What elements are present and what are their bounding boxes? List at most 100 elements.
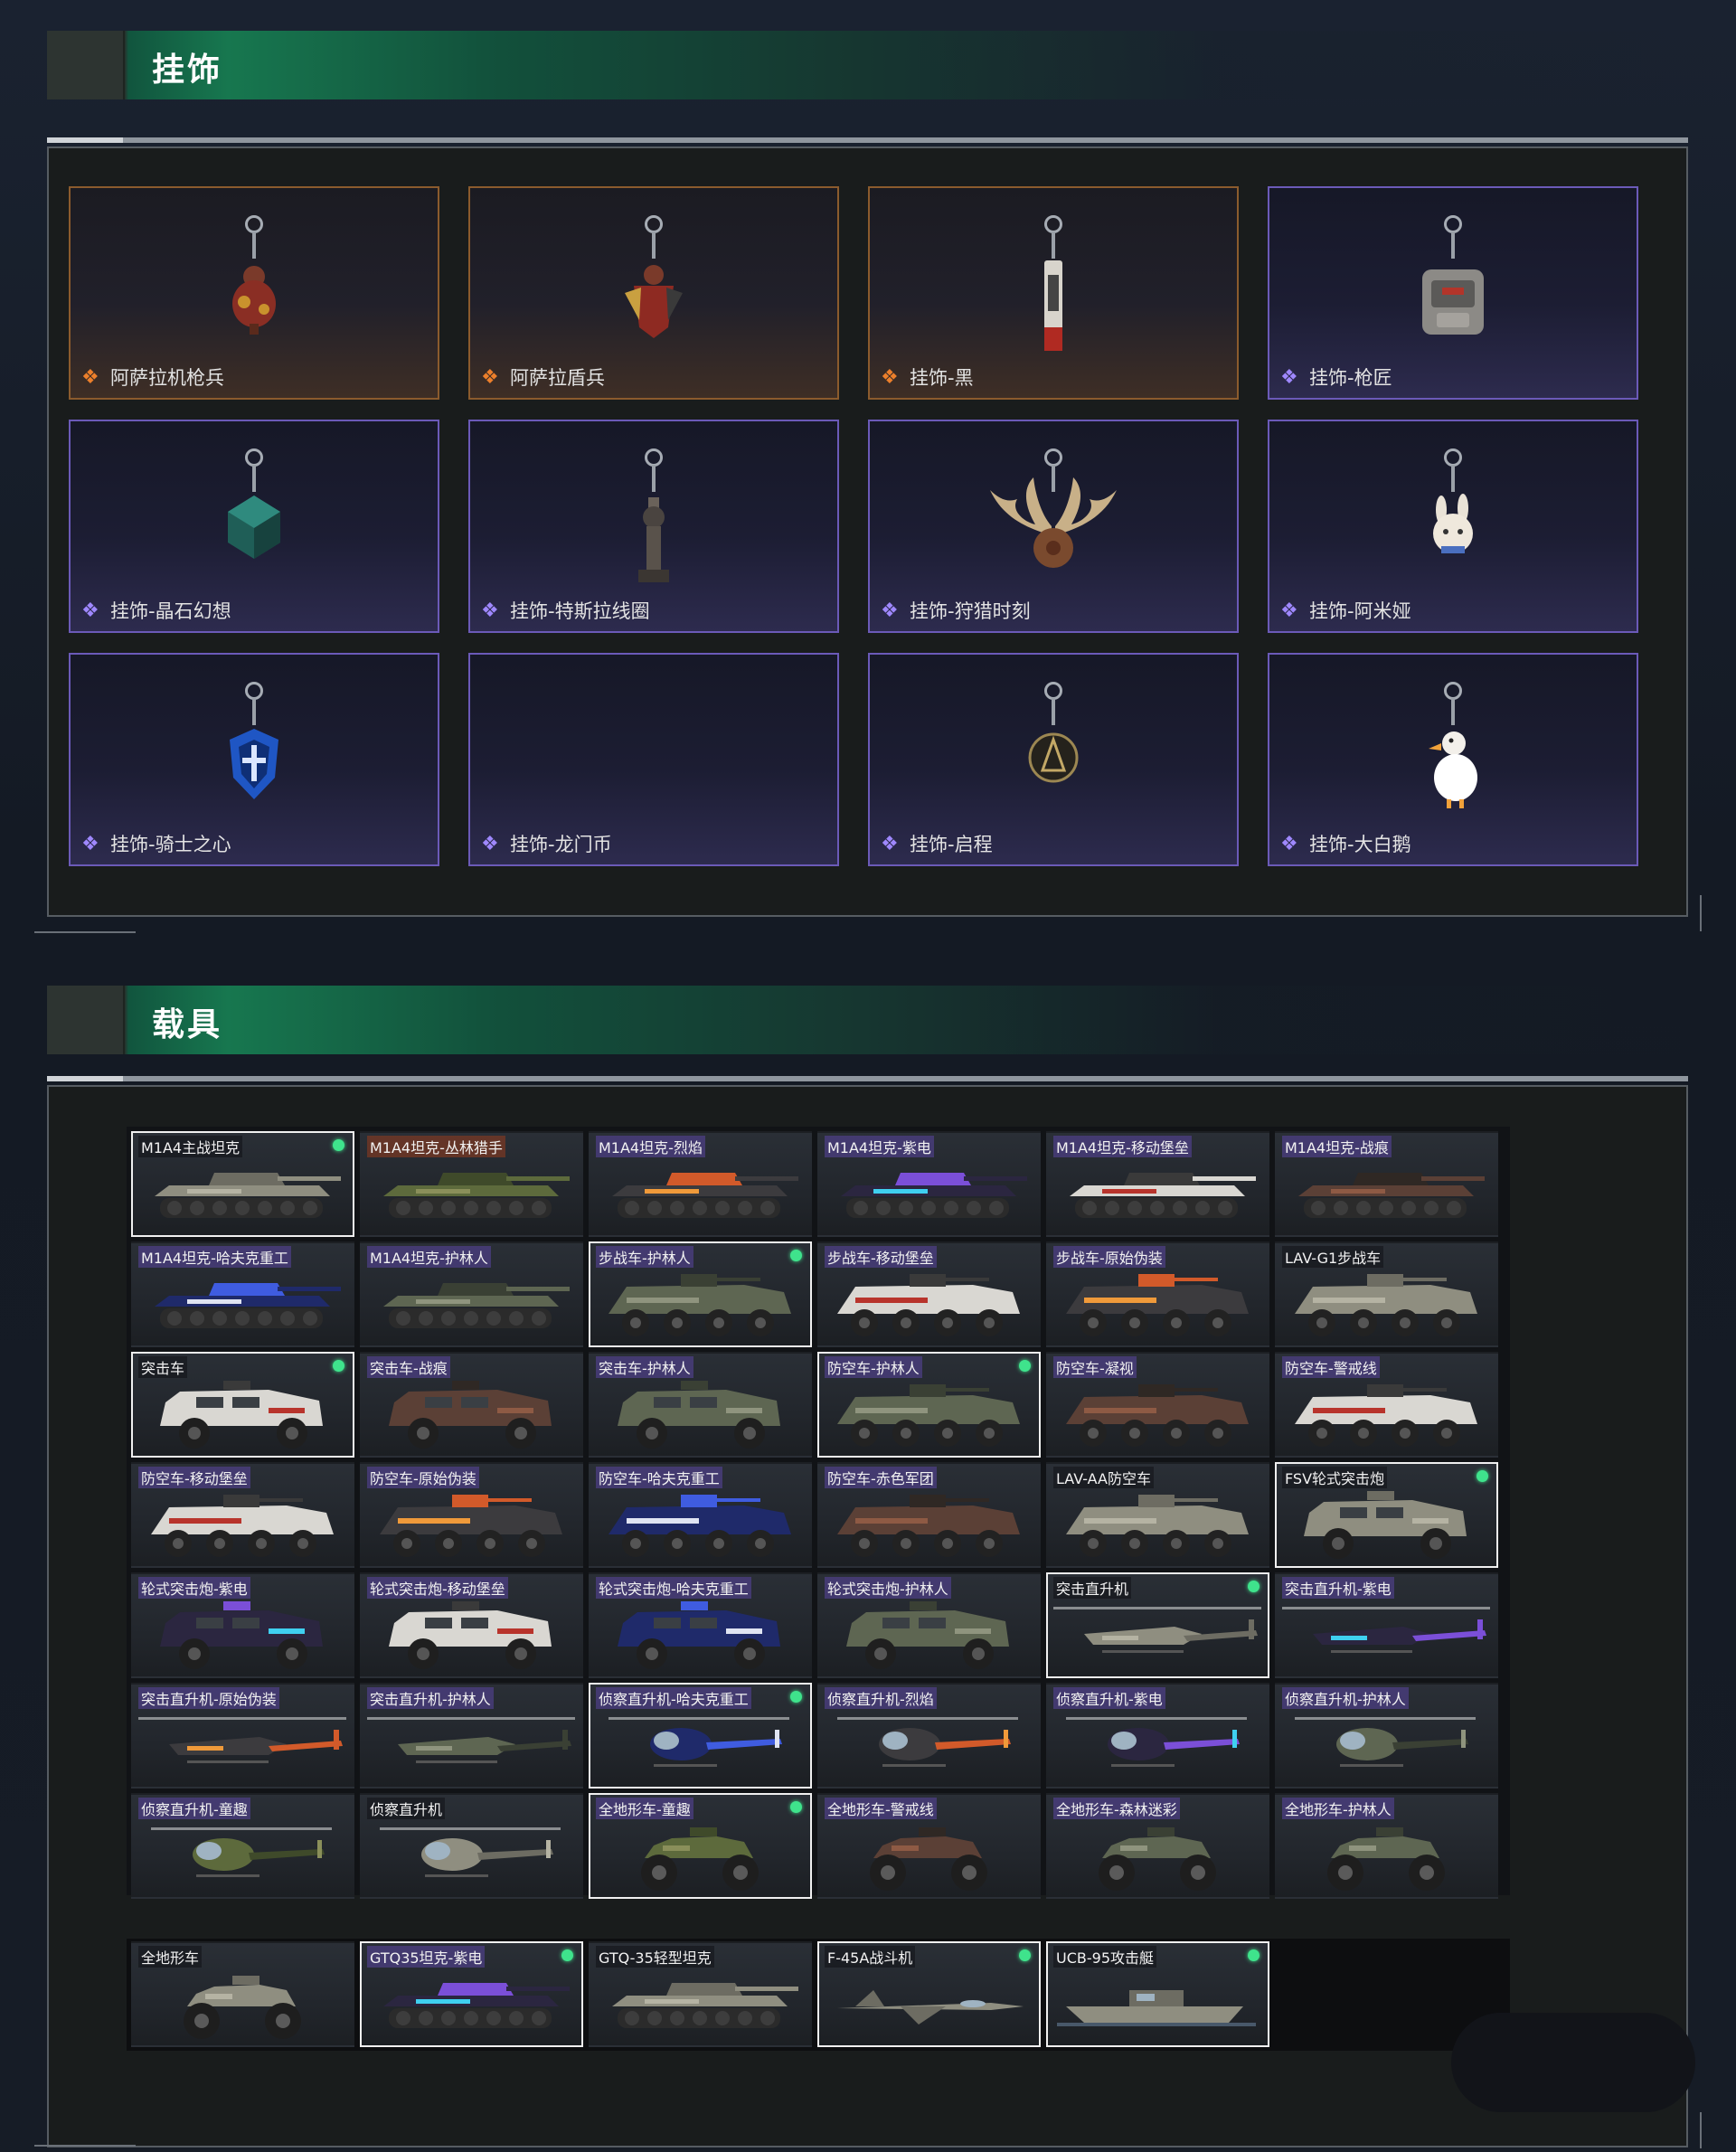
charm-card[interactable]: ❖ 挂饰-启程: [868, 653, 1239, 866]
vehicle-card[interactable]: 防空车-移动堡垒: [131, 1462, 354, 1568]
diamond-orange-icon: ❖: [881, 366, 899, 389]
charm-name: 挂饰-大白鹅: [1309, 834, 1411, 855]
vehicle-name: 侦察直升机-护林人: [1282, 1687, 1409, 1709]
tesla-coil-charm-icon: [631, 490, 676, 593]
vehicle-name: 突击车: [138, 1356, 188, 1378]
knight-shield-charm-icon: [222, 723, 286, 808]
vehicle-card[interactable]: 防空车-赤色军团: [817, 1462, 1041, 1568]
charms-header: 挂饰: [47, 31, 1688, 99]
charm-card[interactable]: ❖ 挂饰-特斯拉线圈: [468, 420, 839, 633]
charm-card[interactable]: ❖ 挂饰-晶石幻想: [69, 420, 439, 633]
vehicle-name: 侦察直升机-烈焰: [825, 1687, 937, 1709]
vehicle-name: 突击直升机: [1053, 1577, 1132, 1599]
vehicle-card[interactable]: 突击直升机-原始伪装: [131, 1683, 354, 1789]
vehicle-card[interactable]: 轮式突击炮-护林人: [817, 1572, 1041, 1678]
keyring-icon: [645, 448, 663, 467]
charm-card[interactable]: ❖ 挂饰-龙门币: [468, 653, 839, 866]
vehicle-card[interactable]: F-45A战斗机: [817, 1941, 1041, 2047]
vehicle-name: FSV轮式突击炮: [1282, 1467, 1388, 1488]
vehicle-card[interactable]: 突击车-护林人: [589, 1352, 812, 1458]
vehicle-card[interactable]: 全地形车-森林迷彩: [1046, 1793, 1269, 1899]
charm-hook: [1052, 231, 1055, 259]
vehicle-card[interactable]: UCB-95攻击艇: [1046, 1941, 1269, 2047]
vehicle-card[interactable]: M1A4坦克-烈焰: [589, 1131, 812, 1237]
header-stub: [47, 31, 125, 99]
vehicle-card[interactable]: 防空车-护林人: [817, 1352, 1041, 1458]
charm-hook: [1451, 231, 1455, 259]
charm-card[interactable]: ❖ 挂饰-黑: [868, 186, 1239, 400]
vehicle-name: GTQ-35轻型坦克: [596, 1946, 714, 1968]
vehicle-name: F-45A战斗机: [825, 1946, 916, 1968]
vehicle-name: UCB-95攻击艇: [1053, 1946, 1156, 1968]
vehicle-card[interactable]: GTQ35坦克-紫电: [360, 1941, 583, 2047]
vehicle-card[interactable]: 防空车-警戒线: [1275, 1352, 1498, 1458]
vehicle-name: 全地形车-森林迷彩: [1053, 1798, 1180, 1819]
vehicle-card[interactable]: M1A4坦克-移动堡垒: [1046, 1131, 1269, 1237]
charm-name: 阿萨拉机枪兵: [110, 367, 224, 389]
vehicle-card[interactable]: 轮式突击炮-紫电: [131, 1572, 354, 1678]
vehicle-card[interactable]: 步战车-移动堡垒: [817, 1241, 1041, 1347]
vehicle-card[interactable]: 侦察直升机: [360, 1793, 583, 1899]
vehicle-card[interactable]: 突击直升机-紫电: [1275, 1572, 1498, 1678]
vehicle-card[interactable]: FSV轮式突击炮: [1275, 1462, 1498, 1568]
vehicle-card[interactable]: 全地形车-警戒线: [817, 1793, 1041, 1899]
vehicle-name: 轮式突击炮-护林人: [825, 1577, 951, 1599]
charm-name: 挂饰-特斯拉线圈: [510, 600, 650, 622]
vehicle-card[interactable]: 侦察直升机-紫电: [1046, 1683, 1269, 1789]
keyring-icon: [1044, 682, 1062, 700]
vehicle-card[interactable]: 突击直升机-护林人: [360, 1683, 583, 1789]
charm-card[interactable]: ❖ 阿萨拉机枪兵: [69, 186, 439, 400]
vehicle-card[interactable]: LAV-G1步战车: [1275, 1241, 1498, 1347]
charm-name: 阿萨拉盾兵: [510, 367, 605, 389]
vehicle-card[interactable]: M1A4坦克-护林人: [360, 1241, 583, 1347]
vehicle-card[interactable]: M1A4坦克-哈夫克重工: [131, 1241, 354, 1347]
vehicle-card[interactable]: 突击车: [131, 1352, 354, 1458]
vehicle-name: M1A4主战坦克: [138, 1136, 243, 1157]
vehicle-card[interactable]: 突击直升机: [1046, 1572, 1269, 1678]
vehicle-card[interactable]: 侦察直升机-护林人: [1275, 1683, 1498, 1789]
charm-card[interactable]: ❖ 阿萨拉盾兵: [468, 186, 839, 400]
vehicle-card[interactable]: 全地形车-护林人: [1275, 1793, 1498, 1899]
charm-card[interactable]: ❖ 挂饰-大白鹅: [1268, 653, 1638, 866]
vehicle-name: 突击直升机-原始伪装: [138, 1687, 279, 1709]
vehicle-card[interactable]: 突击车-战痕: [360, 1352, 583, 1458]
warrior-charm-icon: [222, 257, 286, 342]
vehicle-card[interactable]: 步战车-护林人: [589, 1241, 812, 1347]
vehicle-card[interactable]: 侦察直升机-童趣: [131, 1793, 354, 1899]
vehicle-card[interactable]: 全地形车-童趣: [589, 1793, 812, 1899]
vehicle-name: 轮式突击炮-紫电: [138, 1577, 250, 1599]
keyring-icon: [1444, 682, 1462, 700]
vehicle-card[interactable]: 轮式突击炮-哈夫克重工: [589, 1572, 812, 1678]
vehicles-title: 载具: [152, 1006, 223, 1043]
vehicle-name: LAV-AA防空车: [1053, 1467, 1154, 1488]
owned-indicator-icon: [1477, 1470, 1488, 1482]
vehicle-card[interactable]: 全地形车: [131, 1941, 354, 2047]
vehicle-card[interactable]: 防空车-凝视: [1046, 1352, 1269, 1458]
vehicle-card[interactable]: 步战车-原始伪装: [1046, 1241, 1269, 1347]
vehicle-card[interactable]: LAV-AA防空车: [1046, 1462, 1269, 1568]
tag-charm-icon: [1035, 257, 1071, 369]
charm-card[interactable]: ❖ 挂饰-枪匠: [1268, 186, 1638, 400]
vehicle-name: 侦察直升机-哈夫克重工: [596, 1687, 751, 1709]
keyring-icon: [1044, 215, 1062, 233]
vehicle-card[interactable]: M1A4坦克-战痕: [1275, 1131, 1498, 1237]
charm-name: 挂饰-启程: [910, 834, 993, 855]
vehicle-card[interactable]: GTQ-35轻型坦克: [589, 1941, 812, 2047]
vehicle-card[interactable]: M1A4坦克-丛林猎手: [360, 1131, 583, 1237]
vehicle-card[interactable]: 防空车-原始伪装: [360, 1462, 583, 1568]
keyring-icon: [1444, 448, 1462, 467]
panel-corner: [34, 931, 136, 933]
vehicle-card[interactable]: 防空车-哈夫克重工: [589, 1462, 812, 1568]
vehicle-card[interactable]: M1A4主战坦克: [131, 1131, 354, 1237]
vehicle-card[interactable]: 侦察直升机-烈焰: [817, 1683, 1041, 1789]
diamond-purple-icon: ❖: [1280, 599, 1298, 622]
vehicle-name: M1A4坦克-丛林猎手: [367, 1136, 505, 1157]
vehicle-card[interactable]: 轮式突击炮-移动堡垒: [360, 1572, 583, 1678]
charm-name: 挂饰-龙门币: [510, 834, 612, 855]
charm-name: 挂饰-晶石幻想: [110, 600, 231, 622]
charm-card[interactable]: ❖ 挂饰-狩猎时刻: [868, 420, 1239, 633]
vehicle-card[interactable]: 侦察直升机-哈夫克重工: [589, 1683, 812, 1789]
vehicle-card[interactable]: M1A4坦克-紫电: [817, 1131, 1041, 1237]
charm-card[interactable]: ❖ 挂饰-阿米娅: [1268, 420, 1638, 633]
charm-card[interactable]: ❖ 挂饰-骑士之心: [69, 653, 439, 866]
